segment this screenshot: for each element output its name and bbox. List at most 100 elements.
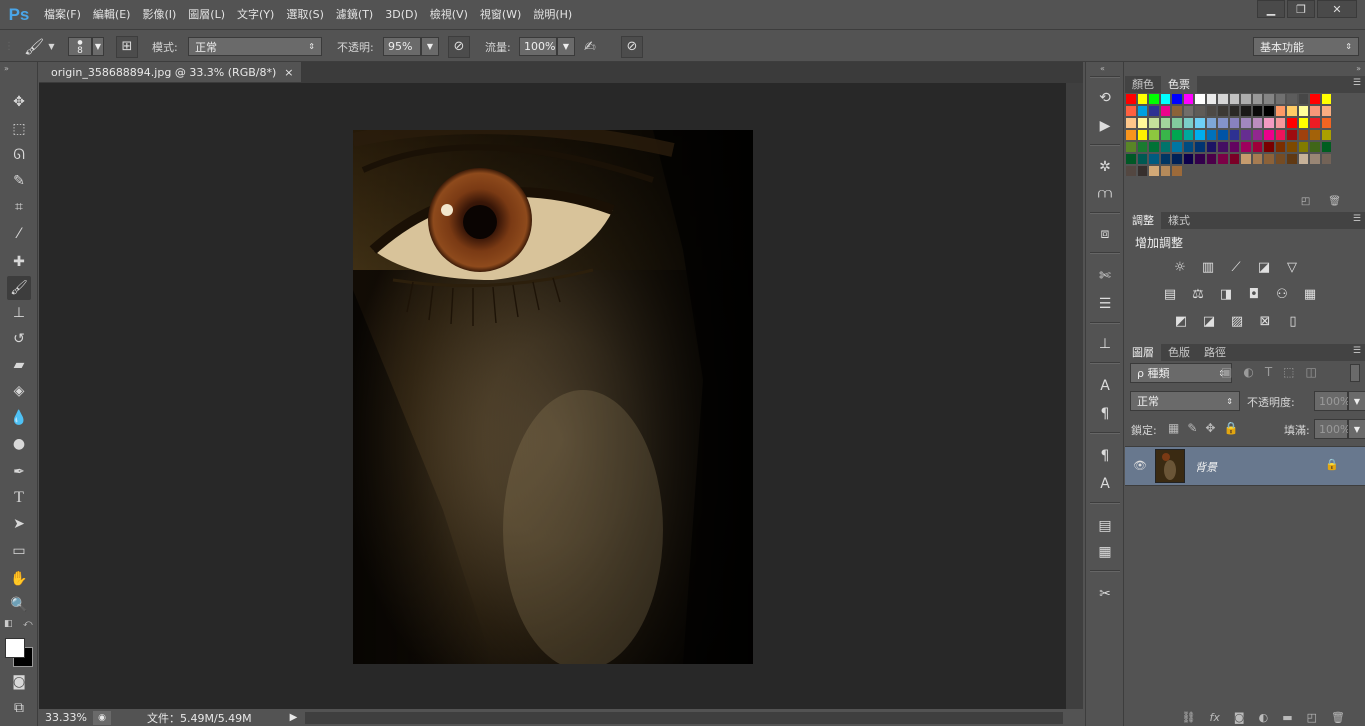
color-swatch[interactable] <box>1309 117 1321 129</box>
mode-dropdown[interactable]: 正常 ⇕ <box>188 37 322 56</box>
color-swatch[interactable] <box>1228 93 1240 105</box>
close-window-button[interactable]: ✕ <box>1317 0 1357 18</box>
filter-smart-object-icon[interactable]: ◫ <box>1306 365 1317 379</box>
menu-select[interactable]: 選取(S) <box>280 0 330 29</box>
fill-input[interactable]: 100% <box>1314 419 1350 439</box>
color-swatch[interactable] <box>1286 129 1298 141</box>
menu-file[interactable]: 檔案(F) <box>38 0 87 29</box>
color-swatch[interactable] <box>1136 165 1148 177</box>
color-swatch[interactable] <box>1320 93 1332 105</box>
lock-position-icon[interactable]: ✥ <box>1205 421 1215 435</box>
color-swatch[interactable] <box>1320 105 1332 117</box>
trash-icon[interactable]: 🗑 <box>1328 196 1341 207</box>
status-info-icon[interactable]: ◉ <box>93 710 111 725</box>
status-menu-arrow-icon[interactable]: ▶ <box>290 712 298 723</box>
color-swatch[interactable] <box>1309 153 1321 165</box>
rectangle-tool[interactable]: ▭ <box>7 539 31 563</box>
color-swatch[interactable] <box>1217 129 1229 141</box>
zoom-level[interactable]: 33.33% <box>45 711 93 724</box>
color-swatch[interactable] <box>1182 117 1194 129</box>
color-swatch[interactable] <box>1240 93 1252 105</box>
color-swatch[interactable] <box>1182 105 1194 117</box>
color-swatch[interactable] <box>1297 153 1309 165</box>
color-swatch[interactable] <box>1171 129 1183 141</box>
layer-name[interactable]: 背景 <box>1195 459 1217 475</box>
panel-menu-icon[interactable]: ☰ <box>1353 214 1361 224</box>
history-panel-icon[interactable]: ⟲ <box>1092 86 1118 110</box>
brush-panel-icon[interactable]: ⩋ <box>1092 182 1118 206</box>
color-swatch[interactable] <box>1263 117 1275 129</box>
color-swatch[interactable] <box>1136 93 1148 105</box>
color-swatch[interactable] <box>1148 129 1160 141</box>
color-swatch[interactable] <box>1125 141 1137 153</box>
color-swatch[interactable] <box>1297 117 1309 129</box>
color-swatch[interactable] <box>1136 153 1148 165</box>
pressure-opacity-button[interactable]: ⊘ <box>448 35 470 58</box>
color-swatch[interactable] <box>1297 105 1309 117</box>
color-swatch[interactable] <box>1274 129 1286 141</box>
flow-input[interactable]: 100% <box>519 37 557 56</box>
panel-menu-icon[interactable]: ☰ <box>1353 346 1361 356</box>
new-adjustment-layer-icon[interactable]: ◐ <box>1259 711 1269 724</box>
canvas-image[interactable] <box>353 130 753 664</box>
color-swatch[interactable] <box>1159 153 1171 165</box>
color-swatch[interactable] <box>1194 129 1206 141</box>
color-swatch[interactable] <box>1159 165 1171 177</box>
color-swatch[interactable] <box>1182 141 1194 153</box>
color-swatch[interactable] <box>1125 153 1137 165</box>
color-swatch[interactable] <box>1320 129 1332 141</box>
restore-button[interactable]: ❐ <box>1287 0 1315 18</box>
color-swatch[interactable] <box>1159 105 1171 117</box>
lock-image-icon[interactable]: ✎ <box>1187 421 1197 435</box>
notes-panel-icon[interactable]: ▤ <box>1092 514 1118 538</box>
color-swatch[interactable] <box>1320 117 1332 129</box>
brush-size-picker[interactable]: ● 8 ▼ <box>68 36 104 57</box>
new-group-icon[interactable]: ▬ <box>1282 711 1292 724</box>
tab-color[interactable]: 顏色 <box>1125 76 1161 93</box>
color-swatch[interactable] <box>1136 117 1148 129</box>
horizontal-scrollbar[interactable] <box>305 711 1063 724</box>
color-swatch[interactable] <box>1251 105 1263 117</box>
tab-adjustments[interactable]: 調整 <box>1125 212 1161 229</box>
pen-tool[interactable]: ✒ <box>7 460 31 484</box>
selective-color-icon[interactable]: ⊠ <box>1257 313 1273 329</box>
menu-type[interactable]: 文字(Y) <box>231 0 280 29</box>
tool-preset-picker[interactable]: ⋮ 🖌 ▼ <box>4 36 54 57</box>
posterize-icon[interactable]: ◪ <box>1201 313 1217 329</box>
layer-style-icon[interactable]: fx <box>1210 711 1220 724</box>
document-tab[interactable]: origin_358688894.jpg @ 33.3% (RGB/8*) × <box>39 62 303 82</box>
photo-filter-icon[interactable]: ◘ <box>1246 286 1262 302</box>
eraser-tool[interactable]: ▰ <box>7 353 31 377</box>
color-swatch[interactable] <box>1148 165 1160 177</box>
color-swatch[interactable] <box>1263 105 1275 117</box>
color-swatch[interactable] <box>1228 153 1240 165</box>
3d-panel-icon[interactable]: ⧈ <box>1092 222 1118 246</box>
invert-icon[interactable]: ◩ <box>1173 313 1189 329</box>
color-swatch[interactable] <box>1251 129 1263 141</box>
channel-mixer-icon[interactable]: ⚇ <box>1274 286 1290 302</box>
healing-brush-tool[interactable]: ✚ <box>7 250 31 274</box>
color-swatch[interactable] <box>1251 153 1263 165</box>
color-swatch[interactable] <box>1217 105 1229 117</box>
color-swatch[interactable] <box>1240 141 1252 153</box>
quick-select-tool[interactable]: ✎ <box>7 169 31 193</box>
color-swatch[interactable] <box>1171 153 1183 165</box>
color-balance-icon[interactable]: ⚖ <box>1190 286 1206 302</box>
opacity-input[interactable]: 95% <box>383 37 421 56</box>
color-swatch[interactable] <box>1263 141 1275 153</box>
panel-menu-icon[interactable]: ☰ <box>1353 78 1361 88</box>
menu-filter[interactable]: 濾鏡(T) <box>330 0 379 29</box>
color-swatch[interactable] <box>1125 117 1137 129</box>
collapse-panels-icon[interactable]: » <box>1356 64 1361 73</box>
clone-stamp-tool[interactable]: ⊥ <box>7 301 31 325</box>
color-swatch[interactable] <box>1240 129 1252 141</box>
color-swatch[interactable] <box>1205 117 1217 129</box>
marquee-tool[interactable]: ⬚ <box>7 117 31 141</box>
brush-presets-icon[interactable]: ✲ <box>1092 155 1118 179</box>
blend-mode-dropdown[interactable]: 正常 ⇕ <box>1130 391 1240 411</box>
expand-icon[interactable]: « <box>1100 64 1105 73</box>
color-swatch[interactable] <box>1286 93 1298 105</box>
color-swatch[interactable] <box>1274 153 1286 165</box>
color-swatch[interactable] <box>1240 117 1252 129</box>
color-swatch[interactable] <box>1182 129 1194 141</box>
